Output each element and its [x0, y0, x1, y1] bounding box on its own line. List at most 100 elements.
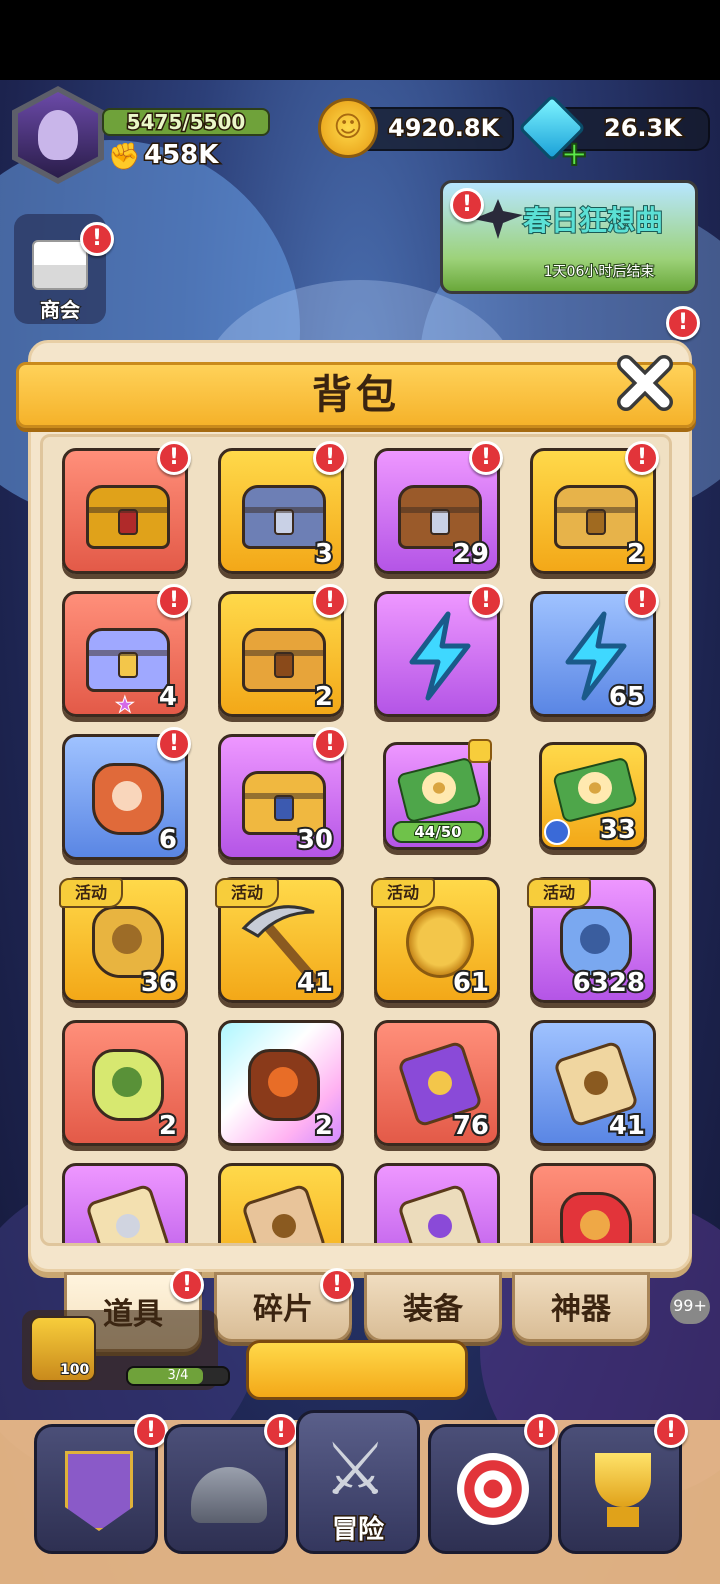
item-slot[interactable]: ! — [62, 441, 191, 574]
item-count: 36 — [139, 966, 179, 1000]
event-tag: 活动 — [59, 878, 123, 908]
item-count: 3 — [313, 537, 335, 571]
power-display: ✊ 458K — [108, 139, 268, 176]
target-icon — [457, 1453, 529, 1525]
tab-alert-icon: ! — [320, 1268, 354, 1302]
start-button[interactable] — [246, 1340, 468, 1400]
item-alert-icon: ! — [313, 727, 347, 761]
item-alert-icon: ! — [625, 441, 659, 475]
tab-equipment[interactable]: 装备 — [364, 1272, 502, 1342]
gem-value: 26.3K — [603, 113, 684, 144]
shop-label: 商会 — [39, 297, 81, 323]
item-alert-icon: ! — [157, 441, 191, 475]
item-alert-icon: ! — [313, 584, 347, 618]
item-slot[interactable]: 2 — [62, 1020, 188, 1146]
item-slot[interactable]: 活动 61 — [371, 877, 500, 1003]
trophy-base — [607, 1507, 639, 1527]
lightning-icon — [390, 606, 490, 706]
item-alert-icon: ! — [157, 727, 191, 761]
fragment-progress: 44/50 — [392, 821, 484, 843]
item-count: 41 — [607, 1109, 647, 1143]
add-gem-icon[interactable]: + — [559, 133, 589, 175]
close-icon — [617, 355, 673, 411]
item-slot[interactable] — [218, 1163, 344, 1243]
item-alert-icon: ! — [625, 584, 659, 618]
event-alert-icon: ! — [450, 188, 484, 222]
side-badge-text: 99+ — [673, 1296, 707, 1315]
item-slot[interactable]: ! — [374, 584, 503, 717]
item-slot[interactable]: 33 — [539, 742, 647, 850]
tab-artifacts[interactable]: 神器 — [512, 1272, 650, 1342]
nav-trophy-alert-icon: ! — [654, 1414, 688, 1448]
item-slot[interactable]: 6! — [62, 727, 191, 860]
viking-scroll-icon — [78, 1178, 178, 1243]
event-title: 春日狂想曲 — [522, 203, 664, 238]
item-count: 4 — [157, 680, 179, 714]
item-slot[interactable]: 活动 6328 — [527, 877, 656, 1003]
item-slot[interactable]: 76 — [374, 1020, 500, 1146]
nav-challenge-alert-icon: ! — [524, 1414, 558, 1448]
side-alert-icon: ! — [666, 306, 700, 340]
event-tag: 活动 — [527, 878, 591, 908]
flower-ticket-icon — [396, 751, 482, 831]
item-slot[interactable]: 活动 41 — [215, 877, 344, 1003]
crossed-swords-icon: ⚔ — [323, 1427, 388, 1511]
backpack-title: 背包 — [312, 372, 400, 418]
item-count: 61 — [451, 966, 491, 1000]
event-timer: 1天06小时后结束 — [543, 263, 656, 281]
item-slot[interactable]: 3! — [218, 441, 347, 574]
item-count: 2 — [313, 1109, 335, 1143]
item-slot[interactable]: 2 — [218, 1020, 344, 1146]
item-slot[interactable]: 4 ★! — [62, 584, 191, 719]
item-slot[interactable] — [62, 1163, 188, 1243]
energy-value: 5475/5500 — [125, 109, 247, 136]
item-count: 41 — [295, 966, 335, 1000]
item-count: 2 — [313, 680, 335, 714]
item-slot[interactable]: 2! — [218, 584, 347, 717]
item-alert-icon: ! — [157, 584, 191, 618]
item-slot[interactable]: 44/50 — [383, 739, 492, 850]
item-count: 2 — [157, 1109, 179, 1143]
event-tag: 活动 — [371, 878, 435, 908]
item-count: 29 — [451, 537, 491, 571]
item-count: 65 — [607, 680, 647, 714]
shop-alert-icon: ! — [80, 222, 114, 256]
nav-heroes-alert-icon: ! — [264, 1414, 298, 1448]
parchment-icon — [234, 1178, 334, 1243]
red-card-icon — [546, 1178, 646, 1243]
quest-progress-bar: 3/4 — [126, 1366, 230, 1386]
power-value: 458K — [142, 139, 219, 172]
item-slot[interactable]: 活动 36 — [59, 877, 188, 1003]
item-alert-icon: ! — [469, 441, 503, 475]
item-slot[interactable] — [530, 1163, 656, 1243]
viking-helmet-icon — [191, 1467, 267, 1523]
quest-widget[interactable]: 100 3/4 — [22, 1310, 230, 1390]
quest-progress-text: 3/4 — [167, 1368, 189, 1383]
level-badge: 100 — [59, 1361, 90, 1379]
item-slot[interactable]: 65! — [530, 584, 659, 717]
item-slot[interactable] — [374, 1163, 500, 1243]
item-count: 33 — [598, 813, 638, 847]
shield-icon — [65, 1451, 133, 1531]
trophy-icon — [595, 1453, 651, 1507]
item-count: 30 — [295, 823, 335, 857]
item-slot[interactable]: 41 — [530, 1020, 656, 1146]
item-slot[interactable]: 29! — [374, 441, 503, 574]
adventure-label: 冒险 — [330, 1514, 385, 1547]
energy-bar: 5475/5500 — [102, 108, 270, 136]
golden-chest-icon — [78, 463, 178, 563]
backpack-header: 背包 — [16, 362, 696, 428]
item-count: 2 — [625, 537, 647, 571]
item-count: 76 — [451, 1109, 491, 1143]
clock-icon — [544, 819, 570, 845]
close-button[interactable] — [614, 352, 676, 414]
side-badge: 99+ — [670, 1290, 710, 1324]
event-tag: 活动 — [215, 878, 279, 908]
item-count: 6 — [157, 823, 179, 857]
item-slot[interactable]: 30! — [218, 727, 347, 860]
nav-equipment-alert-icon: ! — [134, 1414, 168, 1448]
item-slot[interactable]: 2! — [530, 441, 659, 574]
shop-icon — [32, 240, 88, 290]
item-alert-icon: ! — [313, 441, 347, 475]
nav-adventure[interactable]: ⚔ 冒险 — [296, 1410, 420, 1554]
